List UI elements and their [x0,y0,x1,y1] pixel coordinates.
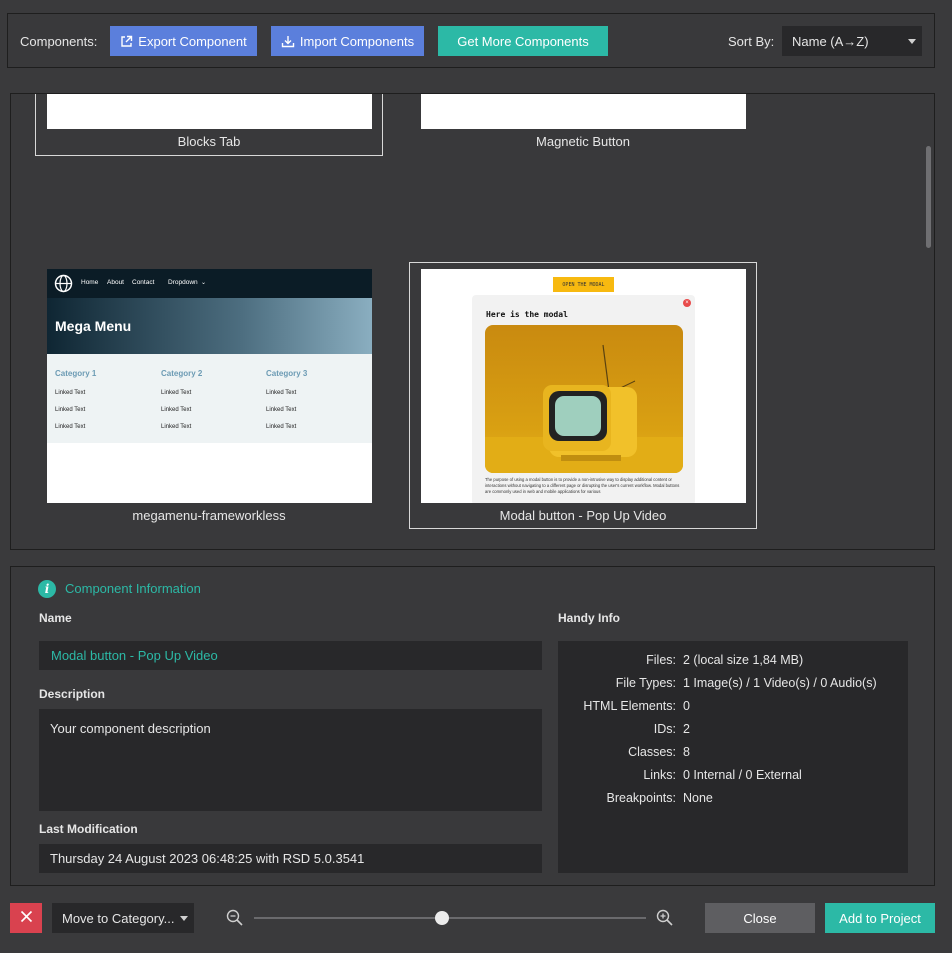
get-more-components-button[interactable]: Get More Components [438,26,608,56]
import-components-label: Import Components [299,33,415,49]
handy-info-value: None [683,791,713,805]
chevron-down-icon: ⌄ [201,280,207,286]
megamenu-link: Linked Text [55,424,86,430]
description-field[interactable]: Your component description [39,709,542,811]
download-icon [281,35,295,48]
delete-component-button[interactable] [10,903,42,933]
megamenu-nav-item: About [107,279,124,286]
component-thumbnail [421,94,746,129]
handy-info-key: File Types: [615,676,676,690]
info-icon: i [38,580,56,598]
megamenu-thumbnail[interactable]: Home About Contact Dropdown ⌄ Mega Menu … [47,269,372,503]
megamenu-nav-item: Home [81,279,99,286]
export-component-button[interactable]: Export Component [110,26,257,56]
megamenu-link: Linked Text [266,390,297,396]
megamenu-link: Linked Text [161,407,192,413]
name-field[interactable]: Modal button - Pop Up Video [39,641,542,670]
name-label: Name [39,611,72,625]
megamenu-category: Category 1 [55,369,97,378]
modal-title: Here is the modal [486,310,568,319]
megamenu-link: Linked Text [55,407,86,413]
sort-by-value: Name (A→Z) [792,33,869,49]
component-gallery[interactable]: Blocks Tab Magnetic Button Home About Co… [10,93,935,550]
add-to-project-button[interactable]: Add to Project [825,903,935,933]
megamenu-dropdown-panel: Category 1 Category 2 Category 3 Linked … [47,354,372,443]
handy-info-key: IDs: [653,722,676,736]
component-card-title: Blocks Tab [177,134,241,149]
globe-icon [54,274,73,296]
handy-info-key: Classes: [628,745,676,759]
megamenu-hero: Mega Menu [47,298,372,354]
zoom-out-icon[interactable] [226,909,244,930]
megamenu-link: Linked Text [266,407,297,413]
close-button[interactable]: Close [705,903,815,933]
close-icon: × [683,299,691,307]
export-component-label: Export Component [138,33,247,49]
sort-by-select[interactable]: Name (A→Z) [782,26,922,56]
handy-info-key: Breakpoints: [606,791,676,805]
handy-info-key: Links: [643,768,676,782]
chevron-down-icon [908,39,916,44]
last-modification-value: Thursday 24 August 2023 06:48:25 with RS… [39,844,542,873]
last-modification-label: Last Modification [39,822,138,836]
component-card-title: megamenu-frameworkless [132,508,286,523]
sort-by-label: Sort By: [728,34,775,49]
handy-info-value: 8 [683,745,690,759]
megamenu-category: Category 2 [161,369,203,378]
megamenu-navbar: Home About Contact Dropdown ⌄ [47,269,372,298]
import-components-button[interactable]: Import Components [271,26,424,56]
gallery-scrollbar[interactable] [926,146,931,248]
open-modal-button: OPEN THE MODAL [553,277,614,292]
handy-info-value: 0 [683,699,690,713]
megamenu-nav-item: Contact [132,279,155,286]
megamenu-link: Linked Text [55,390,86,396]
megamenu-nav-item: Dropdown [168,279,198,286]
handy-info-key: Files: [646,653,676,667]
close-icon [20,910,33,926]
component-info-heading: Component Information [65,581,201,596]
description-label: Description [39,687,106,701]
zoom-slider-handle[interactable] [435,911,450,925]
megamenu-hero-title: Mega Menu [55,318,132,334]
modal-thumbnail[interactable]: OPEN THE MODAL Here is the modal × The p… [421,269,746,503]
modal-body-text: The purpose of using a modal button is t… [485,477,680,494]
components-label: Components: [20,34,98,49]
zoom-in-icon[interactable] [656,909,674,930]
megamenu-link: Linked Text [161,424,192,430]
handy-info-label: Handy Info [558,611,620,625]
megamenu-link: Linked Text [266,424,297,430]
move-to-category-select[interactable]: Move to Category... [52,903,194,933]
megamenu-link: Linked Text [161,390,192,396]
component-card-title: Magnetic Button [536,134,630,149]
move-to-category-label: Move to Category... [62,910,175,926]
handy-info-value: 2 [683,722,690,736]
handy-info-value: 2 (local size 1,84 MB) [683,653,804,667]
megamenu-category: Category 3 [266,369,308,378]
tv-image [485,325,683,473]
component-thumbnail [47,94,372,129]
handy-info-value: 1 Image(s) / 1 Video(s) / 0 Audio(s) [683,676,877,690]
handy-info-key: HTML Elements: [583,699,676,713]
component-card-title: Modal button - Pop Up Video [499,508,667,523]
modal-dialog: Here is the modal × The purpose of using… [472,295,695,503]
chevron-down-icon [180,916,188,921]
external-link-icon [120,35,133,48]
zoom-slider[interactable] [254,917,646,919]
handy-info-value: 0 Internal / 0 External [683,768,802,782]
